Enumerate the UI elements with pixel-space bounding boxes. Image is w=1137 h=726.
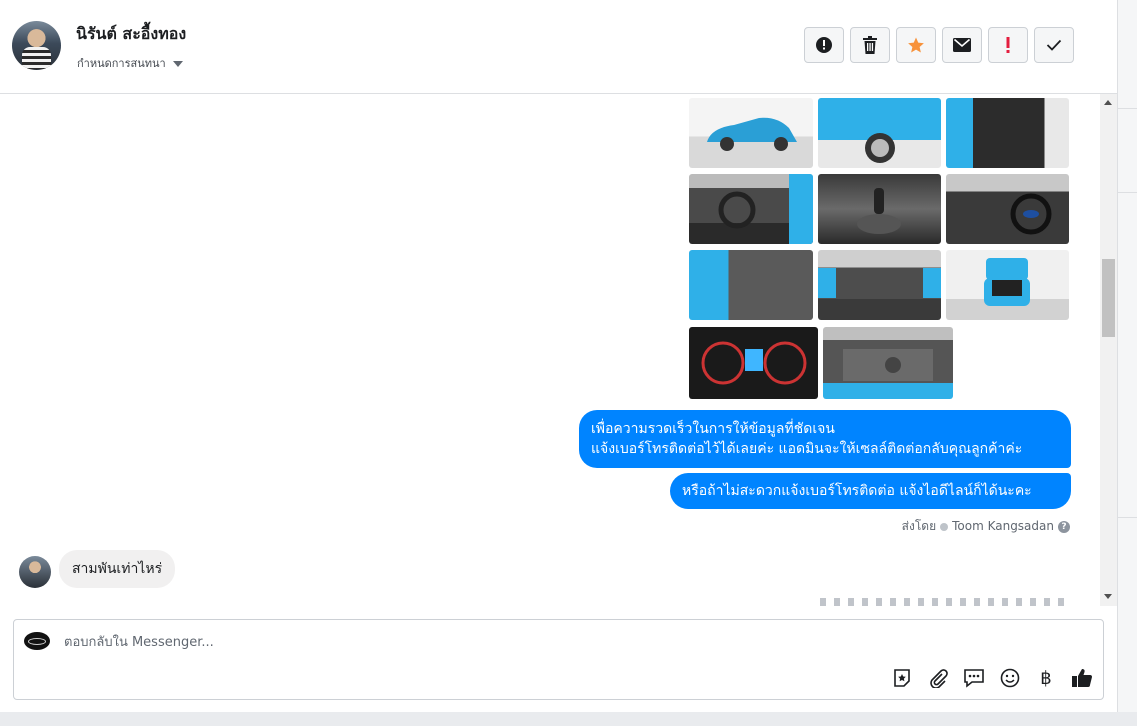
delete-button[interactable]	[850, 27, 890, 63]
star-icon	[908, 37, 924, 53]
exclamation-icon	[1006, 37, 1010, 53]
reply-input[interactable]	[62, 628, 966, 656]
follow-up-button[interactable]	[988, 27, 1028, 63]
thread-scrollbar[interactable]	[1100, 94, 1117, 606]
contact-name[interactable]: นิรันต์ สะอื้งทอง	[76, 22, 186, 47]
saved-replies-icon[interactable]	[962, 666, 986, 690]
sticker-icon[interactable]	[890, 666, 914, 690]
outgoing-message[interactable]: หรือถ้าไม่สะดวกแจ้งเบอร์โทรติดต่อ แจ้งไอ…	[670, 473, 1071, 509]
page-logo	[24, 632, 50, 650]
sender-name[interactable]: Toom Kangsadan	[952, 519, 1054, 533]
conversation-schedule-label: กำหนดการสนทนา	[77, 57, 166, 70]
thumbs-up-icon[interactable]	[1070, 666, 1094, 690]
photo-thumbnail[interactable]	[818, 174, 941, 244]
photo-thumbnail[interactable]	[818, 250, 941, 320]
mark-spam-button[interactable]	[804, 27, 844, 63]
side-panel-edge	[1118, 0, 1137, 712]
photo-thumbnail[interactable]	[946, 174, 1069, 244]
conversation-toolbar	[804, 27, 1074, 63]
outgoing-message[interactable]: เพื่อความรวดเร็วในการให้ข้อมูลที่ชัดเจน …	[579, 410, 1071, 468]
verified-check-icon	[940, 522, 949, 531]
incoming-message[interactable]: สามพันเท่าไหร่	[59, 550, 176, 588]
photo-thumbnail[interactable]	[689, 327, 818, 399]
photo-thumbnail[interactable]	[818, 98, 941, 168]
message-line: เพื่อความรวดเร็วในการให้ข้อมูลที่ชัดเจน	[591, 421, 835, 437]
photo-thumbnail[interactable]	[823, 327, 953, 399]
star-button[interactable]	[896, 27, 936, 63]
contact-avatar-small	[19, 556, 51, 588]
contact-avatar[interactable]	[12, 21, 61, 70]
truncated-message	[820, 598, 1070, 606]
scroll-up-icon[interactable]	[1104, 100, 1112, 105]
alert-circle-icon	[816, 37, 832, 53]
composer-actions: ฿	[890, 666, 1094, 690]
trash-icon	[863, 36, 877, 54]
scroll-down-icon[interactable]	[1104, 594, 1112, 599]
help-icon[interactable]: ?	[1058, 520, 1070, 533]
photo-thumbnail[interactable]	[946, 98, 1069, 168]
conversation-header: นิรันต์ สะอื้งทอง กำหนดการสนทนา	[0, 0, 1117, 94]
sent-by-label: ส่งโดย	[901, 519, 937, 533]
sent-by-info: ส่งโดย Toom Kangsadan?	[902, 517, 1070, 536]
photo-thumbnail[interactable]	[689, 250, 813, 320]
photo-thumbnail[interactable]	[689, 174, 813, 244]
check-icon	[1046, 39, 1062, 51]
mark-unread-button[interactable]	[942, 27, 982, 63]
message-line: แจ้งเบอร์โทรติดต่อไว้ได้เลยค่ะ แอดมินจะใ…	[591, 441, 1023, 457]
conversation-panel: นิรันต์ สะอื้งทอง กำหนดการสนทนา เพื่อควา…	[0, 0, 1118, 712]
scrollbar-thumb[interactable]	[1102, 259, 1115, 337]
emoji-icon[interactable]	[998, 666, 1022, 690]
envelope-icon	[953, 38, 971, 52]
message-thread: เพื่อความรวดเร็วในการให้ข้อมูลที่ชัดเจน …	[0, 94, 1100, 606]
photo-thumbnail[interactable]	[946, 250, 1069, 320]
attachment-icon[interactable]	[926, 666, 950, 690]
baht-icon[interactable]: ฿	[1034, 666, 1058, 690]
photo-thumbnail[interactable]	[689, 98, 813, 168]
reply-composer: ฿	[13, 619, 1104, 700]
caret-down-icon	[172, 61, 183, 67]
mark-done-button[interactable]	[1034, 27, 1074, 63]
conversation-schedule-dropdown[interactable]: กำหนดการสนทนา	[77, 54, 183, 72]
message-line: หรือถ้าไม่สะดวกแจ้งเบอร์โทรติดต่อ แจ้งไอ…	[682, 483, 1032, 499]
